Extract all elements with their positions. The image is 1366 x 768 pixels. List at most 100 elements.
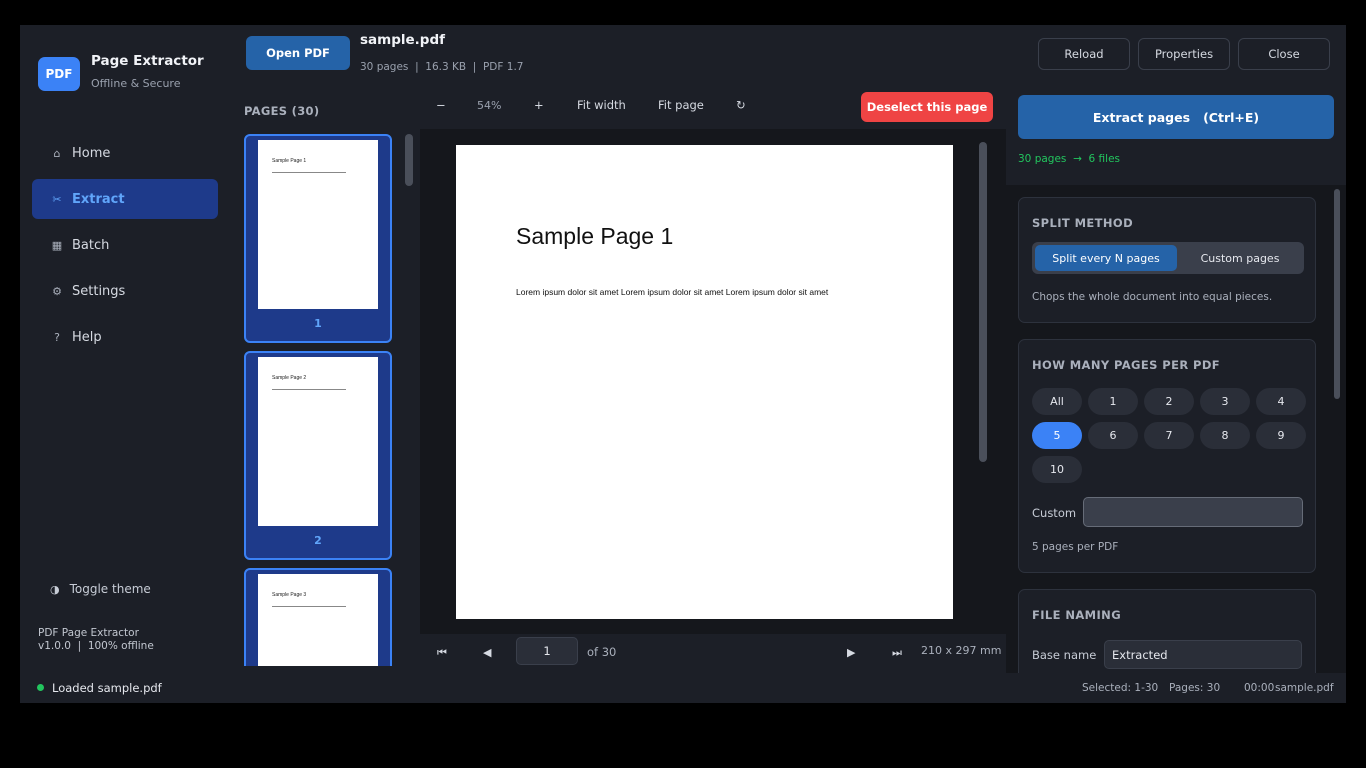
toggle-theme-button[interactable]: ◑ Toggle theme	[50, 582, 151, 596]
previous-page-icon[interactable]: ◀	[483, 646, 491, 659]
settings-scroll-area: SPLIT METHOD Split every N pages Custom …	[1006, 185, 1346, 674]
grid-icon: ▦	[51, 238, 63, 252]
pages-per-pdf-card: HOW MANY PAGES PER PDF All 1 2 3 4 5 6 7…	[1018, 339, 1316, 573]
app-subtitle: Offline & Secure	[91, 77, 181, 90]
split-method-title: SPLIT METHOD	[1032, 216, 1134, 230]
home-icon: ⌂	[53, 146, 61, 160]
zoom-out-button[interactable]: −	[436, 98, 446, 112]
extract-panel: Extract pages (Ctrl+E) 30 pages → 6 file…	[1006, 91, 1346, 674]
last-page-icon[interactable]: ⏭	[892, 646, 902, 660]
page-heading: Sample Page 1	[516, 223, 674, 249]
sidebar-item-label: Help	[72, 329, 102, 345]
split-method-note: Chops the whole document into equal piec…	[1032, 291, 1273, 303]
app-window: PDF Page Extractor Offline & Secure ⌂ Ho…	[20, 25, 1346, 703]
option-4[interactable]: 4	[1256, 388, 1306, 415]
status-time: 00:00	[1244, 682, 1275, 694]
page-canvas: Sample Page 1 Lorem ipsum dolor sit amet…	[456, 145, 953, 619]
page-count-label: of 30	[587, 645, 617, 659]
custom-pages-option[interactable]: Custom pages	[1178, 245, 1302, 271]
sidebar-item-label: Settings	[72, 283, 126, 299]
sidebar-item-batch[interactable]: ▦ Batch	[32, 225, 218, 265]
file-naming-title: FILE NAMING	[1032, 608, 1122, 622]
open-pdf-button[interactable]: Open PDF	[246, 36, 350, 70]
page-thumbnail[interactable]: Sample Page 3 3	[244, 568, 392, 666]
pages-per-pdf-note: 5 pages per PDF	[1032, 541, 1119, 553]
sidebar-item-help[interactable]: ? Help	[32, 317, 218, 357]
option-3[interactable]: 3	[1200, 388, 1250, 415]
toggle-theme-label: Toggle theme	[69, 582, 151, 596]
extract-summary: 30 pages → 6 files	[1018, 153, 1121, 165]
thumbnail-preview: Sample Page 1	[258, 140, 378, 309]
thumbnail-preview: Sample Page 2	[258, 357, 378, 526]
base-name-label: Base name	[1032, 648, 1097, 662]
base-name-input[interactable]	[1104, 640, 1302, 669]
page-navigation: ⏮ ◀ of 30 ▶ ⏭ 210 x 297 mm	[420, 634, 1006, 674]
viewer-toolbar: − 54% + Fit width Fit page ↻ Deselect th…	[420, 91, 1006, 129]
thumbnail-text-line	[272, 389, 346, 390]
thumbnail-text-line	[272, 606, 346, 607]
first-page-icon[interactable]: ⏮	[437, 646, 447, 660]
sidebar-item-extract[interactable]: ✂ Extract	[32, 179, 218, 219]
sidebar-nav: ⌂ Home ✂ Extract ▦ Batch ⚙ Settings ? He…	[32, 133, 218, 363]
rotate-icon[interactable]: ↻	[736, 98, 746, 112]
extract-pages-button[interactable]: Extract pages (Ctrl+E)	[1018, 95, 1334, 139]
page-viewer: Sample Page 1 Lorem ipsum dolor sit amet…	[420, 129, 1006, 634]
close-button[interactable]: Close	[1238, 38, 1330, 70]
viewer-scrollbar[interactable]	[979, 142, 987, 462]
scrollbar-thumb[interactable]	[405, 134, 413, 186]
file-naming-card: FILE NAMING Base name	[1018, 589, 1316, 674]
status-message: Loaded sample.pdf	[52, 681, 162, 695]
thumbnail-page-number: 2	[314, 534, 322, 547]
sidebar: PDF Page Extractor Offline & Secure ⌂ Ho…	[20, 25, 232, 673]
status-pages: Pages: 30	[1169, 682, 1221, 694]
fit-width-button[interactable]: Fit width	[577, 98, 626, 112]
zoom-in-button[interactable]: +	[534, 98, 544, 112]
option-7[interactable]: 7	[1144, 422, 1194, 449]
option-all[interactable]: All	[1032, 388, 1082, 415]
option-6[interactable]: 6	[1088, 422, 1138, 449]
sidebar-item-home[interactable]: ⌂ Home	[32, 133, 218, 173]
custom-pages-input[interactable]	[1083, 497, 1303, 527]
half-circle-icon: ◑	[50, 582, 60, 596]
reload-button[interactable]: Reload	[1038, 38, 1130, 70]
properties-button[interactable]: Properties	[1138, 38, 1230, 70]
fit-page-button[interactable]: Fit page	[658, 98, 704, 112]
option-9[interactable]: 9	[1256, 422, 1306, 449]
thumbnail-title: Sample Page 3	[272, 592, 307, 598]
page-thumbnail[interactable]: Sample Page 1 1	[244, 134, 392, 343]
split-method-toggle: Split every N pages Custom pages	[1032, 242, 1304, 274]
sidebar-item-label: Batch	[72, 237, 110, 253]
deselect-page-button[interactable]: Deselect this page	[861, 92, 993, 122]
status-selected: Selected: 1-30	[1082, 682, 1159, 694]
app-title: Page Extractor	[91, 53, 204, 69]
option-5-selected[interactable]: 5	[1032, 422, 1082, 449]
split-method-card: SPLIT METHOD Split every N pages Custom …	[1018, 197, 1316, 323]
thumbnail-preview: Sample Page 3	[258, 574, 378, 666]
status-file: sample.pdf	[1275, 682, 1334, 694]
page-body-text: Lorem ipsum dolor sit amet Lorem ipsum d…	[516, 287, 829, 297]
help-icon: ?	[54, 330, 60, 344]
sidebar-item-settings[interactable]: ⚙ Settings	[32, 271, 218, 311]
status-dot-icon	[37, 684, 44, 691]
sidebar-item-label: Extract	[72, 191, 125, 207]
zoom-level: 54%	[477, 99, 502, 112]
thumbnail-text-line	[272, 172, 346, 173]
custom-label: Custom	[1032, 506, 1077, 520]
option-1[interactable]: 1	[1088, 388, 1138, 415]
footer-app-name: PDF Page Extractor	[38, 627, 139, 639]
option-10[interactable]: 10	[1032, 456, 1082, 483]
option-2[interactable]: 2	[1144, 388, 1194, 415]
thumbnail-page-number: 1	[314, 317, 322, 330]
page-number-input[interactable]	[516, 637, 578, 665]
sidebar-footer: PDF Page Extractor v1.0.0 | 100% offline	[38, 627, 154, 653]
sidebar-item-label: Home	[72, 145, 111, 161]
thumbnails-scrollbar[interactable]	[405, 134, 413, 666]
scissors-icon: ✂	[52, 192, 62, 206]
page-thumbnail[interactable]: Sample Page 2 2	[244, 351, 392, 560]
gear-icon: ⚙	[52, 284, 62, 298]
settings-scrollbar[interactable]	[1334, 189, 1340, 399]
split-every-n-option[interactable]: Split every N pages	[1035, 245, 1177, 271]
next-page-icon[interactable]: ▶	[847, 646, 855, 659]
option-8[interactable]: 8	[1200, 422, 1250, 449]
thumbnail-title: Sample Page 2	[272, 375, 307, 381]
